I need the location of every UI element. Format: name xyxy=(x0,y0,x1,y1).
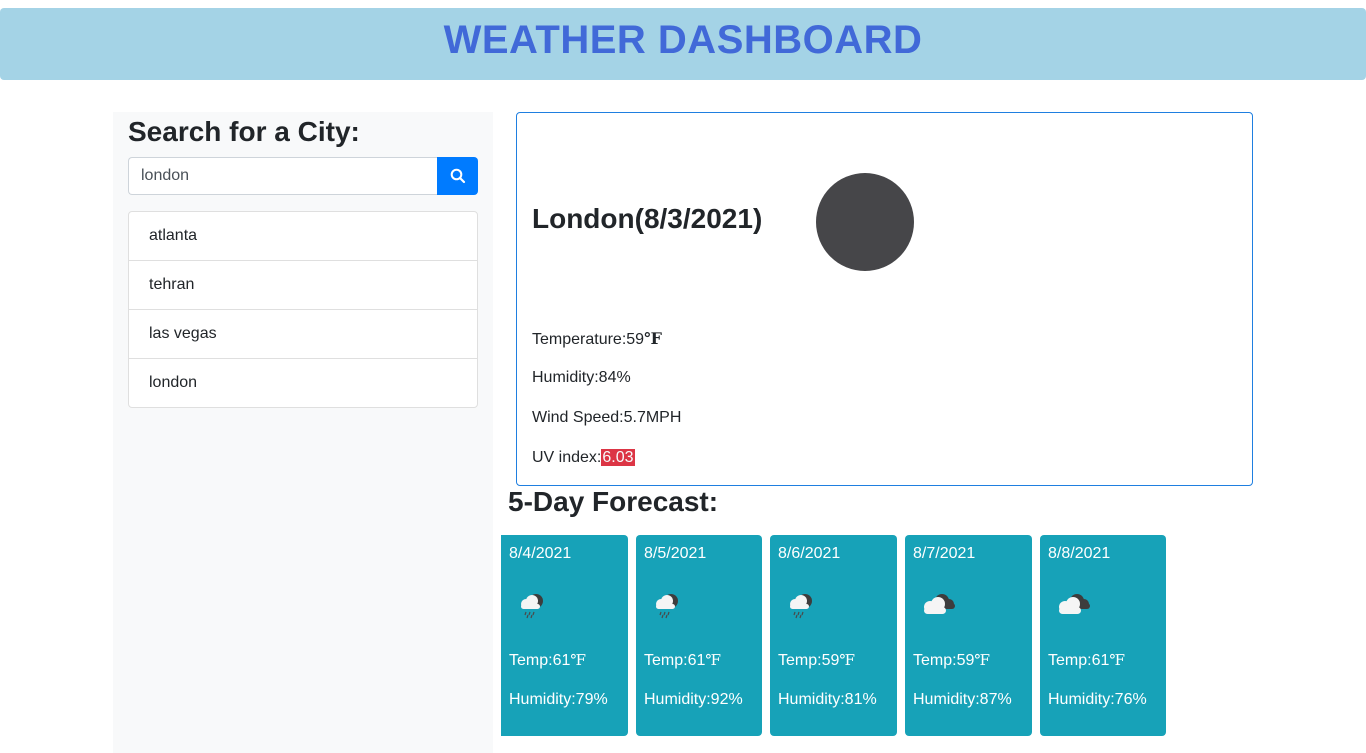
forecast-humidity: Humidity:79% xyxy=(509,691,608,708)
forecast-temp-label: Temp: xyxy=(644,652,688,669)
forecast-humidity: Humidity:92% xyxy=(644,691,743,708)
forecast-humidity: Humidity:87% xyxy=(913,691,1012,708)
forecast-card: 8/8/2021 Temp:61℉ Humidity:76% xyxy=(1040,535,1166,736)
forecast-card: 8/6/2021 Temp:59℉ Humidity:81% xyxy=(770,535,897,736)
forecast-temp: Temp:61℉ xyxy=(509,651,586,670)
history-item-tehran[interactable]: tehran xyxy=(129,261,477,310)
humidity-text: Humidity:84% xyxy=(532,369,631,386)
forecast-humidity: Humidity:81% xyxy=(778,691,877,708)
forecast-date: 8/6/2021 xyxy=(778,545,841,562)
weather-icon xyxy=(816,173,914,271)
forecast-temp-label: Temp: xyxy=(913,652,957,669)
forecast-humidity: Humidity:76% xyxy=(1048,691,1147,708)
uv-index-label: UV index: xyxy=(532,449,602,466)
forecast-date: 8/4/2021 xyxy=(509,545,572,562)
forecast-temp-unit: ℉ xyxy=(570,651,587,669)
city-search-input[interactable] xyxy=(128,157,437,195)
clouds-icon xyxy=(1056,591,1092,622)
forecast-date: 8/5/2021 xyxy=(644,545,707,562)
forecast-temp-unit: ℉ xyxy=(1109,651,1126,669)
uv-index-badge: 6.03 xyxy=(601,449,635,466)
forecast-card: 8/7/2021 Temp:59℉ Humidity:87% xyxy=(905,535,1032,736)
forecast-date: 8/8/2021 xyxy=(1048,545,1111,562)
temperature-value: 59 xyxy=(626,331,645,348)
page-header: WEATHER DASHBOARD xyxy=(0,8,1366,80)
forecast-temp-value: 61 xyxy=(687,652,706,669)
forecast-temp: Temp:59℉ xyxy=(913,651,990,670)
search-icon xyxy=(450,168,465,184)
forecast-temp-unit: ℉ xyxy=(705,651,722,669)
forecast-temp: Temp:61℉ xyxy=(1048,651,1125,670)
temperature-unit: ℉ xyxy=(644,329,662,348)
search-history-list: atlanta tehran las vegas london xyxy=(128,211,478,408)
forecast-card: 8/4/2021 Temp:61℉ Humidity:79% xyxy=(501,535,628,736)
temperature-label: Temperature: xyxy=(532,331,627,348)
uv-index-line: UV index:6.03 xyxy=(532,449,635,467)
rain-cloud-icon xyxy=(517,591,547,624)
page-title: WEATHER DASHBOARD xyxy=(443,18,923,62)
history-item-atlanta[interactable]: atlanta xyxy=(129,212,477,261)
forecast-temp-value: 61 xyxy=(1091,652,1110,669)
forecast-temp-unit: ℉ xyxy=(839,651,856,669)
current-city-title: London(8/3/2021) xyxy=(532,203,763,234)
forecast-card: 8/5/2021 Temp:61℉ Humidity:92% xyxy=(636,535,762,736)
rain-cloud-icon xyxy=(652,591,682,624)
forecast-date: 8/7/2021 xyxy=(913,545,976,562)
forecast-temp-value: 59 xyxy=(956,652,975,669)
clouds-icon xyxy=(921,591,957,622)
forecast-temp-label: Temp: xyxy=(778,652,822,669)
forecast-temp: Temp:61℉ xyxy=(644,651,721,670)
forecast-temp: Temp:59℉ xyxy=(778,651,855,670)
search-button[interactable] xyxy=(437,157,478,195)
search-sidebar: Search for a City: atlanta tehran las ve… xyxy=(113,112,493,753)
forecast-temp-value: 59 xyxy=(821,652,840,669)
history-item-london[interactable]: london xyxy=(129,359,477,407)
forecast-heading: 5-Day Forecast: xyxy=(508,486,719,517)
forecast-temp-unit: ℉ xyxy=(974,651,991,669)
current-weather-card: London(8/3/2021) Temperature:59℉ Humidit… xyxy=(516,112,1253,486)
temperature-line: Temperature:59℉ xyxy=(532,329,662,349)
rain-cloud-icon xyxy=(786,591,816,624)
forecast-temp-label: Temp: xyxy=(509,652,553,669)
forecast-temp-label: Temp: xyxy=(1048,652,1092,669)
forecast-temp-value: 61 xyxy=(552,652,571,669)
search-heading: Search for a City: xyxy=(128,116,360,147)
wind-speed-text: Wind Speed:5.7MPH xyxy=(532,409,682,426)
history-item-las-vegas[interactable]: las vegas xyxy=(129,310,477,359)
